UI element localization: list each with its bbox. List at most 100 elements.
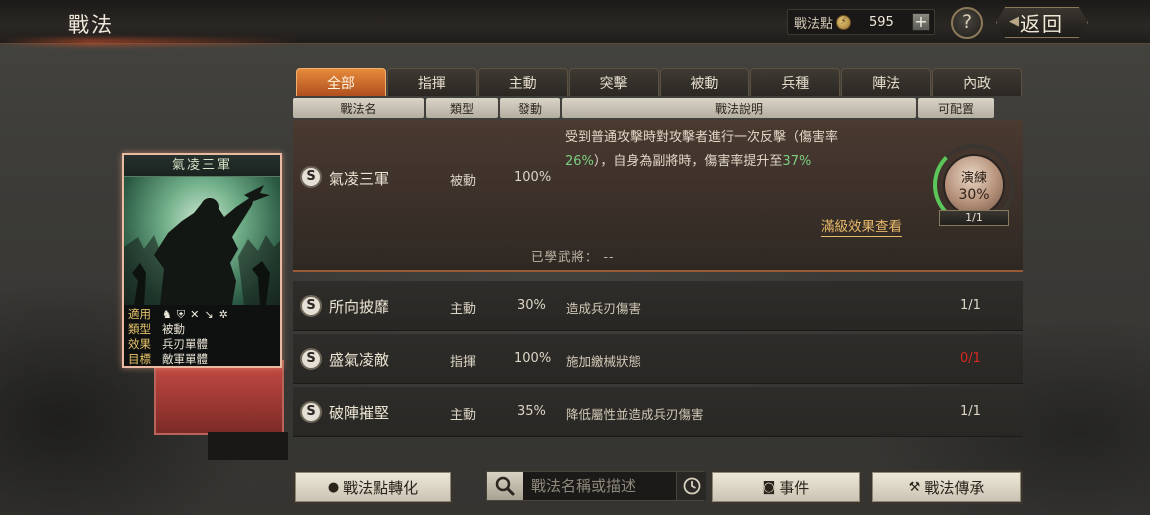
column-name[interactable]: 戰法名 (293, 98, 424, 118)
card-apply-line: 適用 ♞ ⛨ ✕ ↘ ✲ (128, 307, 276, 322)
tab-assault[interactable]: 突擊 (568, 68, 659, 96)
grade-badge: S (300, 348, 322, 370)
tactic-type: 被動 (450, 174, 477, 189)
desc-pct-1: 26% (565, 154, 594, 169)
points-label: 戰法點 (794, 16, 834, 32)
add-points-button[interactable]: + (912, 13, 930, 31)
help-button[interactable]: ? (951, 7, 983, 39)
shield-icon: ⛨ (176, 308, 186, 321)
table-row[interactable]: S 所向披靡 主動 30% 造成兵刃傷害 1/1 (293, 281, 1023, 331)
grade-badge: S (300, 401, 322, 423)
effect-value: 兵刃單體 (162, 337, 208, 351)
cavalry-icon: ♞ (162, 308, 172, 321)
tactic-card: 氣凌三軍 適用 ♞ ⛨ ✕ ↘ ✲ 類型 被動 效果 兵刃單體 目標 敵軍單體 (122, 153, 282, 368)
tab-active[interactable]: 主動 (477, 68, 568, 96)
title-accent (0, 38, 300, 46)
search-input[interactable] (531, 477, 661, 495)
tab-troop[interactable]: 兵種 (750, 68, 841, 96)
tactic-name: 盛氣凌敵 (329, 351, 390, 369)
tactic-config: 1/1 (960, 298, 981, 313)
card-stack-back (154, 360, 284, 435)
card-info-panel: 適用 ♞ ⛨ ✕ ↘ ✲ 類型 被動 效果 兵刃單體 目標 敵軍單體 (124, 305, 280, 366)
page-title: 戰法 (68, 13, 114, 37)
desc-text-2: ），自身為副將時，傷害率提升至 (593, 154, 783, 169)
type-key: 類型 (128, 322, 151, 336)
bow-icon: ✕ (190, 308, 200, 321)
tactic-trigger: 100% (514, 170, 552, 185)
tactic-name: 所向披靡 (329, 298, 390, 316)
tactic-name: 破陣摧堅 (329, 404, 390, 422)
card-target-line: 目標 敵軍單體 (128, 352, 276, 366)
grade-badge: S (300, 295, 322, 317)
convert-points-button[interactable]: ● 戰法點轉化 (293, 470, 453, 504)
tactics-list: S 氣凌三軍 被動 100% 受到普通攻擊時對攻擊者進行一次反擊（傷害率 26%… (293, 120, 1023, 460)
tactic-description: 造成兵刃傷害 (566, 301, 642, 316)
camera-icon: ◙ (762, 479, 776, 495)
search-icon[interactable] (487, 472, 523, 500)
column-headers: 戰法名 類型 發動 戰法說明 可配置 (293, 98, 994, 118)
target-value: 敵軍單體 (162, 352, 208, 366)
flame-icon: ● (327, 479, 340, 495)
points-value: 595 (869, 14, 894, 30)
back-button[interactable]: ◀ 返回 (996, 7, 1088, 38)
warrior-illustration (124, 185, 280, 305)
tactic-trigger: 35% (517, 404, 546, 419)
table-row[interactable]: S 破陣摧堅 主動 35% 降低屬性並造成兵刃傷害 1/1 (293, 387, 1023, 437)
desc-pct-2: 37% (782, 154, 812, 169)
column-config[interactable]: 可配置 (918, 98, 994, 118)
tactic-config: 0/1 (960, 351, 981, 366)
history-clock-button[interactable] (676, 472, 706, 500)
tactic-type: 指揮 (450, 355, 477, 370)
tactic-type: 主動 (450, 302, 477, 317)
card-type-line: 類型 被動 (128, 322, 276, 337)
max-level-effect-link[interactable]: 滿級效果查看 (821, 215, 902, 237)
train-label: 演練 (960, 171, 987, 186)
target-key: 目標 (128, 352, 151, 366)
siege-icon: ✲ (218, 308, 228, 321)
back-label: 返回 (1020, 12, 1064, 36)
tactic-type: 主動 (450, 408, 477, 423)
tab-internal[interactable]: 內政 (932, 68, 1022, 96)
tab-all[interactable]: 全部 (296, 68, 386, 96)
clock-icon (683, 477, 700, 495)
magnifier-glyph (495, 476, 515, 496)
chevron-left-icon: ◀ (1009, 14, 1019, 29)
events-button[interactable]: ◙ 事件 (710, 470, 862, 504)
learned-value: -- (603, 249, 615, 264)
train-percent: 30% (958, 187, 990, 203)
tab-passive[interactable]: 被動 (659, 68, 750, 96)
train-count: 1/1 (939, 210, 1009, 226)
tactic-name: 氣凌三軍 (329, 170, 390, 188)
card-stack-shadow (208, 432, 288, 460)
column-description: 戰法說明 (562, 98, 916, 118)
learned-label: 已學武將： (531, 249, 599, 264)
tactic-description: 受到普通攻擊時對攻擊者進行一次反擊（傷害率 26%），自身為副將時，傷害率提升至… (565, 126, 905, 174)
tactic-trigger: 100% (514, 351, 552, 366)
coin-icon: ⚡ (836, 14, 852, 30)
tactic-inherit-button[interactable]: ⚒ 戰法傳承 (870, 470, 1023, 504)
tab-command[interactable]: 指揮 (386, 68, 477, 96)
card-effect-line: 效果 兵刃單體 (128, 337, 276, 352)
tab-formation[interactable]: 陣法 (841, 68, 932, 96)
troop-type-icons: ♞ ⛨ ✕ ↘ ✲ (162, 307, 228, 322)
selected-tactic-row[interactable]: S 氣凌三軍 被動 100% 受到普通攻擊時對攻擊者進行一次反擊（傷害率 26%… (293, 120, 1023, 272)
apply-key: 適用 (128, 307, 151, 321)
learned-generals: 已學武將： -- (531, 246, 615, 265)
category-tabs: 全部 指揮 主動 突擊 被動 兵種 陣法 內政 (296, 68, 1022, 96)
hammer-icon: ⚒ (908, 479, 921, 495)
spear-icon: ↘ (204, 308, 214, 321)
column-trigger[interactable]: 發動 (500, 98, 560, 118)
table-row[interactable]: S 盛氣凌敵 指揮 100% 施加繳械狀態 0/1 (293, 334, 1023, 384)
card-title: 氣凌三軍 (124, 155, 280, 177)
card-artwork (124, 177, 280, 305)
type-value: 被動 (162, 322, 185, 336)
search-box (486, 471, 704, 501)
tactic-trigger: 30% (517, 298, 546, 313)
column-type[interactable]: 類型 (426, 98, 498, 118)
effect-key: 效果 (128, 337, 151, 351)
convert-points-label: 戰法點轉化 (343, 478, 419, 497)
tactic-config: 1/1 (960, 404, 981, 419)
train-button[interactable]: 演練 30% (943, 154, 1005, 216)
tactic-description: 降低屬性並造成兵刃傷害 (566, 407, 704, 422)
events-label: 事件 (779, 478, 810, 497)
